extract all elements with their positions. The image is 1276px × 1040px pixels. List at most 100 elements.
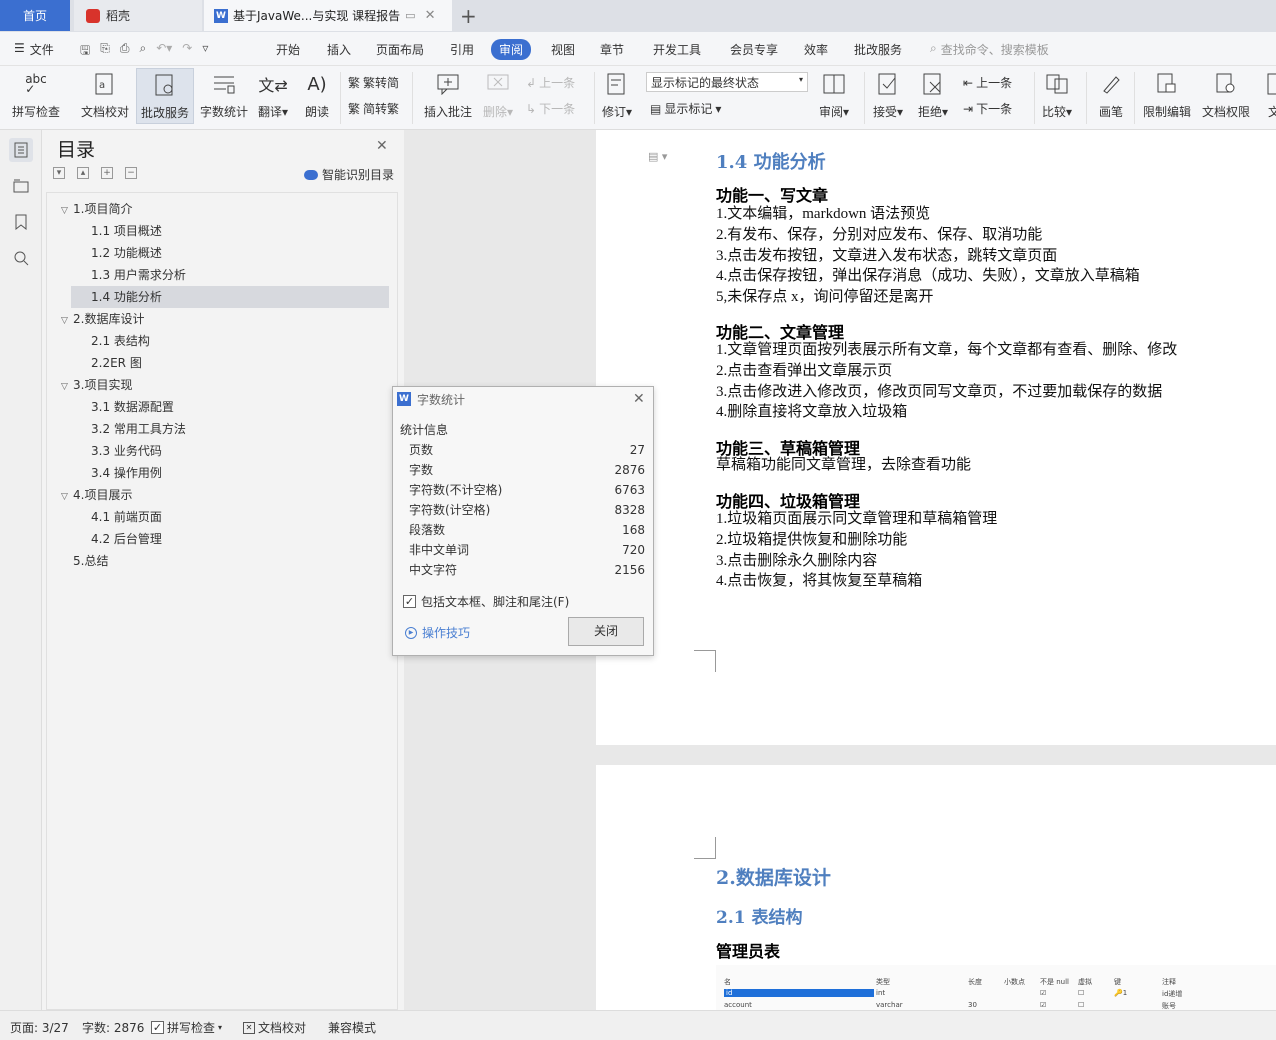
word-count-indicator[interactable]: 字数: 2876	[82, 1019, 144, 1036]
toc-item[interactable]: 2.1 表结构	[91, 330, 150, 352]
close-icon[interactable]: ✕	[376, 138, 388, 154]
smart-toc-button[interactable]: 智能识别目录	[304, 166, 394, 183]
add-heading-icon[interactable]: +	[101, 167, 113, 179]
markup-display-select[interactable]: 显示标记的最终状态 ▾	[646, 72, 808, 92]
toc-item[interactable]: ▽ 1.项目简介	[61, 198, 132, 220]
menu-review[interactable]: 审阅	[491, 39, 532, 60]
toc-item[interactable]: ▽ 3.项目实现	[61, 374, 132, 396]
insert-comment-button[interactable]: 插入批注	[424, 70, 472, 120]
reject-button[interactable]: 拒绝▾	[918, 70, 948, 120]
toc-item[interactable]: 1.2 功能概述	[91, 242, 162, 264]
undo-icon[interactable]: ↶▾	[156, 41, 172, 62]
menu-layout[interactable]: 页面布局	[376, 41, 424, 58]
chapter-nav-icon[interactable]	[9, 174, 33, 198]
toc-item[interactable]: 3.4 操作用例	[91, 462, 162, 484]
restrict-editing-button[interactable]: 限制编辑	[1143, 70, 1191, 120]
expand-all-icon[interactable]: ▴	[77, 167, 89, 179]
accept-icon	[874, 70, 902, 98]
chevron-down-icon[interactable]: ▽	[61, 486, 73, 508]
chevron-down-icon[interactable]: ▽	[61, 376, 73, 398]
document-icon	[1260, 70, 1276, 98]
delete-comment-button[interactable]: 删除▾	[483, 70, 513, 120]
menu-efficiency[interactable]: 效率	[804, 41, 828, 58]
spell-check-button[interactable]: abc ✓ 拼写检查	[12, 70, 60, 120]
toc-item[interactable]: 4.2 后台管理	[91, 528, 162, 550]
export-pdf-icon[interactable]: ⎘	[100, 41, 110, 62]
word-count-button[interactable]: 字数统计	[200, 70, 248, 120]
toc-item[interactable]: 1.4 功能分析	[71, 286, 389, 308]
command-search[interactable]: ⌕ 查找命令、搜索模板	[930, 41, 1049, 58]
redo-icon[interactable]: ↷	[182, 41, 192, 62]
next-change-button[interactable]: ⇥ 下一条	[963, 100, 1012, 117]
chevron-down-icon[interactable]: ▽	[61, 310, 73, 332]
new-tab-icon[interactable]: +	[460, 4, 477, 28]
simp-to-trad-button[interactable]: 繁简转繁	[348, 100, 399, 117]
toc-item[interactable]: 3.2 常用工具方法	[91, 418, 186, 440]
show-markup-button[interactable]: ▤ 显示标记 ▾	[650, 100, 721, 117]
toc-item-label: 4.1 前端页面	[91, 510, 162, 524]
toc-item[interactable]: 5.总结	[61, 550, 108, 572]
proofread-button[interactable]: a 文档校对	[81, 70, 129, 120]
tips-link[interactable]: ▶ 操作技巧	[405, 624, 470, 641]
dialog-titlebar[interactable]: W 字数统计	[393, 387, 653, 411]
toc-item[interactable]: ▽ 4.项目展示	[61, 484, 132, 506]
chapter-heading: 2.数据库设计	[716, 867, 831, 889]
tab-daoke[interactable]: 稻壳	[74, 0, 202, 31]
toc-item-label: 1.4 功能分析	[91, 290, 162, 304]
menu-grading[interactable]: 批改服务	[854, 41, 902, 58]
menu-references[interactable]: 引用	[450, 41, 474, 58]
toc-item[interactable]: 4.1 前端页面	[91, 506, 162, 528]
trad-to-simp-button[interactable]: 繁繁转简	[348, 74, 399, 91]
read-aloud-button[interactable]: A) 朗读	[303, 70, 331, 120]
toc-item[interactable]: 2.2ER 图	[91, 352, 142, 374]
menu-insert[interactable]: 插入	[327, 41, 351, 58]
compare-button[interactable]: 比较▾	[1042, 70, 1072, 120]
chevron-down-icon[interactable]: ▽	[61, 200, 73, 222]
close-tab-icon[interactable]: ✕	[425, 8, 436, 23]
close-icon[interactable]: ✕	[633, 391, 645, 407]
pen-button[interactable]: 画笔	[1097, 70, 1125, 120]
collapse-all-icon[interactable]: ▾	[53, 167, 65, 179]
doc-permission-button[interactable]: 文档权限	[1202, 70, 1250, 120]
tab-document[interactable]: W 基于JavaWe...与实现 课程报告 ▭ ✕	[204, 0, 452, 31]
menu-section[interactable]: 章节	[600, 41, 624, 58]
menu-member[interactable]: 会员专享	[730, 41, 778, 58]
status-bar: 页面: 3/27 字数: 2876 ✓ 拼写检查 ▾ ✕ 文档校对 兼容模式	[0, 1010, 1276, 1040]
save-icon[interactable]: 🖫	[80, 41, 90, 62]
prev-comment-button[interactable]: ↲ 上一条	[526, 74, 575, 91]
print-icon[interactable]: ⎙	[120, 41, 130, 62]
paragraph-style-icon[interactable]: ▤ ▾	[648, 150, 667, 163]
toc-item[interactable]: 1.3 用户需求分析	[91, 264, 186, 286]
spell-check-status[interactable]: ✓ 拼写检查 ▾	[151, 1019, 222, 1036]
accept-button[interactable]: 接受▾	[873, 70, 903, 120]
toc-nav-icon[interactable]	[9, 138, 33, 162]
toc-item[interactable]: 1.1 项目概述	[91, 220, 162, 242]
include-textbox-checkbox[interactable]: ✓ 包括文本框、脚注和尾注(F)	[403, 593, 569, 610]
remove-heading-icon[interactable]: −	[125, 167, 137, 179]
bookmark-icon[interactable]	[9, 210, 33, 234]
smart-toc-label: 智能识别目录	[322, 168, 395, 182]
translate-button[interactable]: 文⇄ 翻译▾	[258, 70, 288, 120]
tab-home[interactable]: 首页	[0, 0, 70, 31]
grading-service-button[interactable]: 批改服务	[136, 68, 195, 124]
read-aloud-icon: A)	[307, 73, 327, 95]
print-preview-icon[interactable]: ⌕	[139, 41, 146, 62]
prev-change-button[interactable]: ⇤ 上一条	[963, 74, 1012, 91]
menu-start[interactable]: 开始	[276, 41, 300, 58]
menu-view[interactable]: 视图	[551, 41, 575, 58]
next-comment-button[interactable]: ↳ 下一条	[526, 100, 575, 117]
toc-item[interactable]: 3.1 数据源配置	[91, 396, 174, 418]
toc-item[interactable]: ▽ 2.数据库设计	[61, 308, 144, 330]
menu-developer[interactable]: 开发工具	[653, 41, 701, 58]
file-menu[interactable]: ☰ 文件	[14, 41, 54, 58]
close-button[interactable]: 关闭	[568, 617, 644, 646]
review-pane-button[interactable]: 审阅▾	[819, 70, 849, 120]
search-icon[interactable]	[9, 246, 33, 270]
monitor-icon[interactable]: ▭	[405, 9, 415, 22]
track-changes-button[interactable]: 修订▾	[602, 70, 632, 120]
toc-item[interactable]: 3.3 业务代码	[91, 440, 162, 462]
more-ribbon-button[interactable]: 文	[1260, 70, 1276, 120]
page-indicator[interactable]: 页面: 3/27	[10, 1019, 69, 1036]
customize-icon[interactable]: ▿	[202, 41, 208, 62]
proofread-status[interactable]: ✕ 文档校对	[243, 1019, 306, 1036]
